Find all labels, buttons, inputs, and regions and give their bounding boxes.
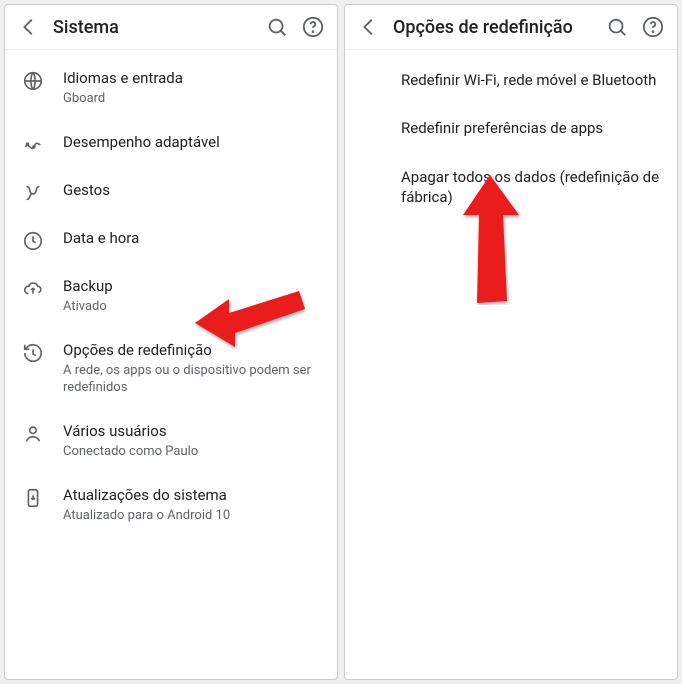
system-list: Idiomas e entrada Gboard Desempenho adap… [5,50,337,679]
row-texts: Vários usuários Conectado como Paulo [63,421,321,461]
restore-icon [21,342,45,364]
row-users[interactable]: Vários usuários Conectado como Paulo [5,409,337,473]
adaptive-icon [21,134,45,156]
row-texts: Idiomas e entrada Gboard [63,68,321,108]
system-update-icon [21,487,45,509]
row-reset-app-prefs[interactable]: Redefinir preferências de apps [345,104,677,152]
row-title: Gestos [63,180,321,200]
row-title: Idiomas e entrada [63,68,321,88]
row-subtitle: A rede, os apps ou o dispositivo podem s… [63,362,321,397]
row-languages[interactable]: Idiomas e entrada Gboard [5,56,337,120]
row-texts: Backup Ativado [63,276,321,316]
person-icon [21,423,45,445]
row-reset-options[interactable]: Opções de redefinição A rede, os apps ou… [5,328,337,409]
appbar-reset: Opções de redefinição [345,5,677,50]
row-texts: Opções de redefinição A rede, os apps ou… [63,340,321,397]
clock-icon [21,230,45,252]
row-title: Opções de redefinição [63,340,321,360]
row-system-updates[interactable]: Atualizações do sistema Atualizado para … [5,473,337,537]
row-datetime[interactable]: Data e hora [5,216,337,264]
appbar-system: Sistema [5,5,337,50]
help-icon[interactable] [301,15,325,39]
row-title: Data e hora [63,228,321,248]
row-texts: Gestos [63,180,321,200]
row-subtitle: Atualizado para o Android 10 [63,507,321,525]
help-icon[interactable] [641,15,665,39]
row-adaptive[interactable]: Desempenho adaptável [5,120,337,168]
reset-list: Redefinir Wi-Fi, rede móvel e Bluetooth … [345,50,677,679]
row-factory-reset[interactable]: Apagar todos os dados (redefinição de fá… [345,153,677,222]
page-title-system: Sistema [53,17,253,38]
row-texts: Atualizações do sistema Atualizado para … [63,485,321,525]
screen-reset-options: Opções de redefinição Redefinir Wi-Fi, r… [344,4,678,680]
cloud-icon [21,278,45,300]
globe-icon [21,70,45,92]
search-icon[interactable] [265,15,289,39]
back-icon[interactable] [357,15,381,39]
page-title-reset: Opções de redefinição [393,17,593,38]
row-subtitle: Gboard [63,90,321,108]
row-title: Desempenho adaptável [63,132,321,152]
row-title: Atualizações do sistema [63,485,321,505]
back-icon[interactable] [17,15,41,39]
gesture-icon [21,182,45,204]
row-subtitle: Conectado como Paulo [63,443,321,461]
row-gestures[interactable]: Gestos [5,168,337,216]
row-title: Backup [63,276,321,296]
search-icon[interactable] [605,15,629,39]
row-texts: Desempenho adaptável [63,132,321,152]
row-reset-network[interactable]: Redefinir Wi-Fi, rede móvel e Bluetooth [345,56,677,104]
row-backup[interactable]: Backup Ativado [5,264,337,328]
row-texts: Data e hora [63,228,321,248]
row-title: Vários usuários [63,421,321,441]
screen-system: Sistema Idiomas e entrada Gboard Desempe… [4,4,338,680]
row-subtitle: Ativado [63,298,321,316]
